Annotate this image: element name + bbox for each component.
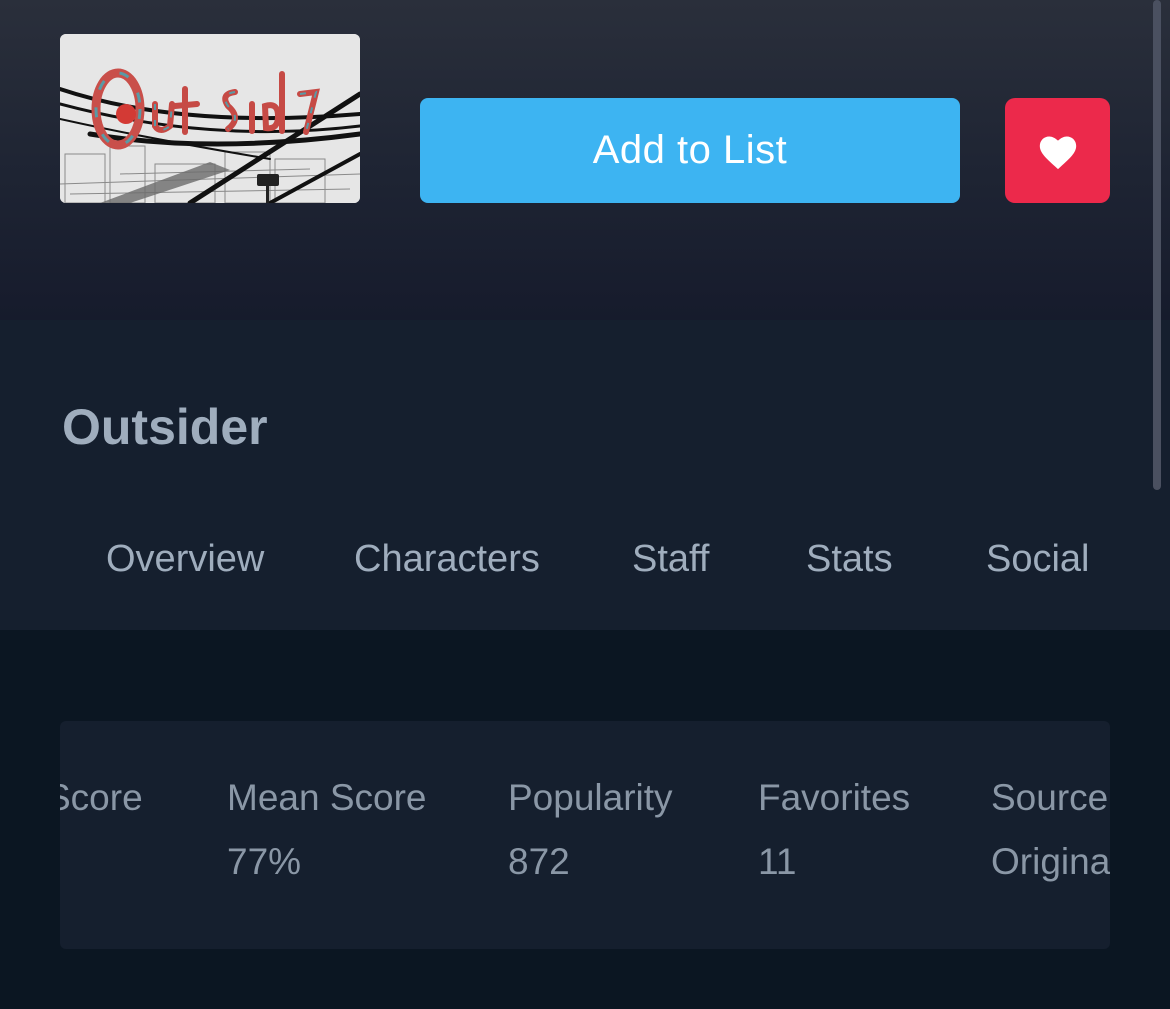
- cover-art: [60, 34, 360, 203]
- stat-label: Favorites: [758, 777, 911, 818]
- tab-social[interactable]: Social: [986, 538, 1090, 581]
- stat-label: Score: [60, 777, 143, 818]
- stat-popularity: Popularity 872: [508, 777, 673, 883]
- tab-characters[interactable]: Characters: [354, 538, 540, 581]
- stat-source: Source Original: [991, 777, 1110, 883]
- stat-value: 11: [758, 841, 797, 882]
- stat-label: Mean Score: [227, 777, 427, 818]
- stat-label: Popularity: [508, 777, 673, 818]
- heart-icon: [1039, 135, 1076, 169]
- stat-favorites: Favorites 11: [758, 777, 910, 883]
- media-title: Outsider: [62, 399, 268, 455]
- cover-image[interactable]: [60, 34, 360, 203]
- add-to-list-button[interactable]: Add to List: [420, 98, 960, 203]
- stats-card[interactable]: Score Mean Score 77% Popularity 872 Favo…: [60, 721, 1110, 949]
- stat-label: Source: [991, 777, 1109, 818]
- favorite-button[interactable]: [1005, 98, 1110, 203]
- media-header: Add to List: [0, 0, 1170, 320]
- stat-score: Score: [60, 777, 143, 841]
- scrollbar[interactable]: [1153, 0, 1161, 490]
- stat-value: Original: [991, 841, 1110, 882]
- title-section: [0, 320, 1170, 630]
- stat-mean-score: Mean Score 77%: [227, 777, 427, 883]
- tab-stats[interactable]: Stats: [806, 538, 893, 581]
- stat-value: 77%: [227, 841, 302, 882]
- tab-staff[interactable]: Staff: [632, 538, 709, 581]
- tab-overview[interactable]: Overview: [106, 538, 264, 581]
- stat-value: 872: [508, 841, 570, 882]
